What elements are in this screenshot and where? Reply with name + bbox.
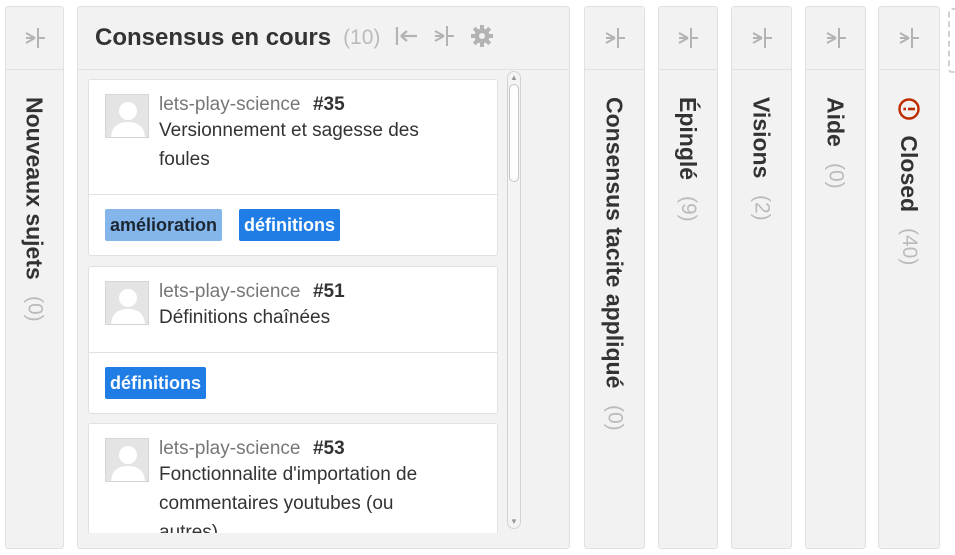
column-count: (0): [603, 404, 627, 431]
column-count: (40): [898, 228, 921, 266]
column-consensus-en-cours: Consensus en cours (10) lets-play-scienc…: [77, 6, 570, 549]
column-header: [659, 7, 717, 70]
column-epingle[interactable]: Épinglé (9): [658, 6, 718, 549]
column-header: [806, 7, 865, 70]
column-closed[interactable]: Closed (40): [878, 6, 940, 549]
issue-card[interactable]: lets-play-science #51 Définitions chaîné…: [88, 266, 498, 414]
expand-icon[interactable]: [433, 25, 455, 52]
column-title: Consensus tacite appliqué (0): [600, 97, 630, 430]
column-header: [879, 7, 939, 70]
column-header: [732, 7, 791, 70]
column-title: Épinglé (9): [673, 97, 703, 222]
add-column-placeholder[interactable]: [948, 8, 955, 73]
gear-icon[interactable]: [470, 24, 494, 53]
column-header: [6, 7, 63, 70]
column-consensus-tacite[interactable]: Consensus tacite appliqué (0): [584, 6, 645, 549]
issue-title-line: commentaires youtubes (ou: [159, 493, 394, 514]
column-title-text: Closed: [896, 135, 922, 213]
collapse-left-icon[interactable]: [394, 25, 418, 52]
issue-title-line: Fonctionnalite d'importation de: [159, 464, 418, 485]
issue-number[interactable]: #53: [313, 438, 345, 459]
label-definitions[interactable]: définitions: [239, 209, 340, 241]
column-title: Consensus en cours: [95, 24, 332, 51]
scroll-up-arrow[interactable]: ▲: [508, 73, 520, 83]
issue-number[interactable]: #35: [313, 94, 345, 115]
column-nouveaux-sujets[interactable]: Nouveaux sujets (0): [5, 6, 64, 549]
issue-number[interactable]: #51: [313, 281, 345, 302]
scrollbar[interactable]: ▲ ▼: [507, 71, 521, 529]
column-count: (9): [677, 196, 700, 223]
column-count: (0): [824, 163, 848, 189]
label-amelioration[interactable]: amélioration: [105, 209, 223, 241]
scrollbar-thumb[interactable]: [509, 84, 519, 182]
avatar: [105, 94, 149, 138]
issue-title[interactable]: Définitions chaînées: [159, 303, 485, 332]
repo-name[interactable]: lets-play-science: [159, 281, 301, 302]
column-title-text: Visions: [748, 97, 775, 179]
issue-title[interactable]: Versionnement et sagesse des foules: [159, 116, 485, 174]
issue-title-line: autres): [159, 522, 219, 533]
column-title-text: Consensus tacite appliqué: [601, 97, 628, 389]
repo-name[interactable]: lets-play-science: [159, 94, 301, 115]
issue-card[interactable]: lets-play-science #35 Versionnement et s…: [88, 79, 498, 256]
issue-title-line: Versionnement et sagesse des: [159, 120, 419, 141]
expand-icon[interactable]: [677, 27, 699, 49]
avatar: [105, 438, 149, 482]
issue-title-line: Définitions chaînées: [159, 307, 331, 328]
column-title-text: Épinglé: [675, 97, 701, 181]
expand-icon[interactable]: [825, 27, 847, 49]
expand-icon[interactable]: [751, 27, 773, 49]
column-visions[interactable]: Visions (2): [731, 6, 792, 549]
column-aide[interactable]: Aide (0): [805, 6, 866, 549]
column-title-text: Nouveaux sujets: [21, 97, 48, 280]
column-header: [585, 7, 644, 70]
column-count: (2): [750, 194, 774, 221]
scroll-down-arrow[interactable]: ▼: [508, 517, 520, 527]
label-definitions[interactable]: définitions: [105, 367, 206, 399]
column-title: Aide (0): [821, 97, 851, 189]
column-count: (10): [343, 26, 381, 49]
card-list[interactable]: lets-play-science #35 Versionnement et s…: [88, 79, 498, 533]
issue-title[interactable]: Fonctionnalite d'importation de commenta…: [159, 460, 485, 533]
issue-title-line: foules: [159, 149, 210, 170]
column-title: Closed (40): [894, 97, 924, 266]
label-row: définitions: [89, 352, 497, 415]
issue-card[interactable]: lets-play-science #53 Fonctionnalite d'i…: [88, 423, 498, 533]
column-title: Nouveaux sujets (0): [20, 97, 50, 322]
expand-icon[interactable]: [604, 27, 626, 49]
expand-icon[interactable]: [898, 27, 920, 49]
column-title: Visions (2): [747, 97, 777, 220]
repo-name[interactable]: lets-play-science: [159, 438, 301, 459]
label-row: amélioration définitions: [89, 194, 497, 257]
column-count: (0): [23, 296, 47, 322]
column-title-text: Aide: [822, 97, 849, 147]
expand-icon[interactable]: [24, 27, 46, 49]
avatar: [105, 281, 149, 325]
column-header: Consensus en cours (10): [78, 7, 569, 70]
closed-issue-icon: [894, 97, 924, 121]
